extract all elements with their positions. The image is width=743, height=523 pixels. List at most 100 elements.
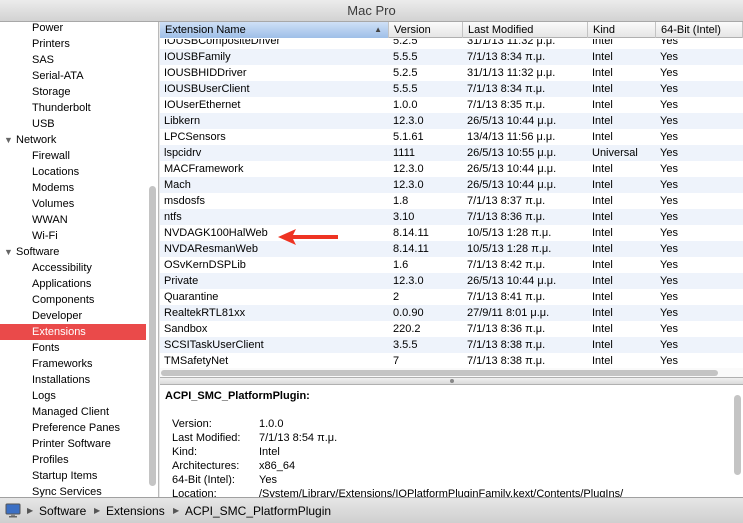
sidebar-item-managed-client[interactable]: Managed Client — [0, 404, 146, 420]
column-header-64-bit-intel-[interactable]: 64-Bit (Intel) — [656, 22, 743, 38]
sidebar-item-printer-software[interactable]: Printer Software — [0, 436, 146, 452]
table-cell: 1.6 — [393, 259, 409, 271]
table-cell: 7 — [393, 355, 400, 367]
sidebar: Power Printers SAS Serial-ATA Storage Thunder… — [0, 22, 159, 497]
table-row[interactable]: IOUSBFamily 5.5.5 7/1/13 8:34 π.μ. Intel Yes — [160, 49, 743, 65]
table-scroll-thumb[interactable] — [161, 370, 718, 376]
sidebar-item-software[interactable]: ▼ Software — [0, 244, 146, 260]
table-cell: msdosfs — [164, 195, 205, 207]
sidebar-item-preference-panes[interactable]: Preference Panes — [0, 420, 146, 436]
table-horizontal-scrollbar[interactable] — [160, 368, 743, 377]
table-cell: 12.3.0 — [393, 275, 424, 287]
sidebar-item-locations[interactable]: Locations — [0, 164, 146, 180]
sidebar-item-wwan[interactable]: WWAN — [0, 212, 146, 228]
table-row[interactable]: msdosfs 1.8 7/1/13 8:37 π.μ. Intel Yes — [160, 193, 743, 209]
sidebar-item-serial-ata[interactable]: Serial-ATA — [0, 68, 146, 84]
sidebar-item-fonts[interactable]: Fonts — [0, 340, 146, 356]
column-header-version[interactable]: Version — [389, 22, 463, 38]
sidebar-scroll-thumb[interactable] — [149, 186, 156, 486]
table-row[interactable]: Sandbox 220.2 7/1/13 8:36 π.μ. Intel Yes — [160, 321, 743, 337]
sidebar-item-thunderbolt[interactable]: Thunderbolt — [0, 100, 146, 116]
column-header-extension-name[interactable]: Extension Name ▲ — [160, 22, 389, 38]
table-row[interactable]: RealtekRTL81xx 0.0.90 27/9/11 8:01 μ.μ. Int… — [160, 305, 743, 321]
table-cell: Intel — [592, 227, 613, 239]
sidebar-item-modems[interactable]: Modems — [0, 180, 146, 196]
table-cell: 27/9/11 8:01 μ.μ. — [467, 307, 550, 319]
sidebar-item-power[interactable]: Power — [0, 22, 146, 36]
table-cell: Intel — [592, 131, 613, 143]
table-row[interactable]: IOUSBCompositeDriver 5.2.5 31/1/13 11:32 μ… — [160, 39, 743, 49]
table-cell: Intel — [592, 195, 613, 207]
sidebar-item-profiles[interactable]: Profiles — [0, 452, 146, 468]
sidebar-item-logs[interactable]: Logs — [0, 388, 146, 404]
sidebar-item-firewall[interactable]: Firewall — [0, 148, 146, 164]
table-row[interactable]: OSvKernDSPLib 1.6 7/1/13 8:42 π.μ. Intel Yes — [160, 257, 743, 273]
table-cell: 10/5/13 1:28 π.μ. — [467, 227, 552, 239]
sidebar-item-startup-items[interactable]: Startup Items — [0, 468, 146, 484]
breadcrumb-item[interactable]: ACPI_SMC_PlatformPlugin — [185, 498, 331, 523]
sidebar-item-sas[interactable]: SAS — [0, 52, 146, 68]
split-divider[interactable] — [160, 377, 743, 385]
sidebar-item-wi-fi[interactable]: Wi-Fi — [0, 228, 146, 244]
table-row[interactable]: ntfs 3.10 7/1/13 8:36 π.μ. Intel Yes — [160, 209, 743, 225]
sidebar-item-extensions[interactable]: Extensions — [0, 324, 146, 340]
sidebar-item-network[interactable]: ▼ Network — [0, 132, 146, 148]
sidebar-item-installations[interactable]: Installations — [0, 372, 146, 388]
sidebar-scrollbar[interactable] — [148, 26, 157, 496]
sidebar-item-volumes[interactable]: Volumes — [0, 196, 146, 212]
table-row[interactable]: IOUserEthernet 1.0.0 7/1/13 8:35 π.μ. Intel… — [160, 97, 743, 113]
detail-field: Architectures: x86_64 — [172, 459, 295, 473]
breadcrumb-item[interactable]: Software — [39, 498, 86, 523]
table-row[interactable]: NVDAResmanWeb 8.14.11 10/5/13 1:28 π.μ. Int… — [160, 241, 743, 257]
table-cell: Yes — [660, 355, 678, 367]
table-row[interactable]: NVDAGK100HalWeb 8.14.11 10/5/13 1:28 π.μ. I… — [160, 225, 743, 241]
sidebar-item-applications[interactable]: Applications — [0, 276, 146, 292]
table-cell: TMSafetyNet — [164, 355, 229, 367]
table-row[interactable]: SCSITaskUserClient 3.5.5 7/1/13 8:38 π.μ. I… — [160, 337, 743, 353]
column-header-last-modified[interactable]: Last Modified — [463, 22, 588, 38]
table-cell: IOUSBFamily — [164, 51, 231, 63]
disclosure-triangle-icon[interactable]: ▼ — [4, 244, 16, 260]
table-cell: Yes — [660, 179, 678, 191]
table-row[interactable]: IOUSBUserClient 5.5.5 7/1/13 8:34 π.μ. Inte… — [160, 81, 743, 97]
sidebar-item-sync-services[interactable]: Sync Services — [0, 484, 146, 497]
table-cell: IOUSBHIDDriver — [164, 67, 247, 79]
table-cell: Yes — [660, 275, 678, 287]
table-cell: 7/1/13 8:37 π.μ. — [467, 195, 546, 207]
sidebar-item-printers[interactable]: Printers — [0, 36, 146, 52]
sidebar-item-label: Volumes — [32, 198, 75, 210]
table-row[interactable]: Quarantine 2 7/1/13 8:41 π.μ. Intel Yes — [160, 289, 743, 305]
detail-scroll-thumb[interactable] — [734, 395, 741, 475]
breadcrumb-separator-icon: ▶ — [173, 506, 180, 515]
sidebar-item-label: Serial-ATA — [32, 70, 84, 82]
breadcrumb-item[interactable]: Extensions — [106, 498, 165, 523]
table-cell: Intel — [592, 51, 613, 63]
table-row[interactable]: Mach 12.3.0 26/5/13 10:44 μ.μ. Intel Yes — [160, 177, 743, 193]
table-row[interactable]: IOUSBHIDDriver 5.2.5 31/1/13 11:32 μ.μ. Int… — [160, 65, 743, 81]
table-row[interactable]: Private 12.3.0 26/5/13 10:44 μ.μ. Intel Yes — [160, 273, 743, 289]
table-row[interactable]: MACFramework 12.3.0 26/5/13 10:44 μ.μ. Inte… — [160, 161, 743, 177]
table-cell: 1.0.0 — [393, 99, 418, 111]
sidebar-item-label: Extensions — [32, 326, 86, 338]
table-cell: LPCSensors — [164, 131, 226, 143]
table-row[interactable]: Libkern 12.3.0 26/5/13 10:44 μ.μ. Intel Yes — [160, 113, 743, 129]
table-row[interactable]: TMSafetyNet 7 7/1/13 8:38 π.μ. Intel Yes — [160, 353, 743, 369]
divider-handle[interactable] — [450, 379, 454, 383]
sidebar-item-accessibility[interactable]: Accessibility — [0, 260, 146, 276]
table-cell: Intel — [592, 355, 613, 367]
table-cell: 8.14.11 — [393, 227, 429, 239]
table-cell: Intel — [592, 163, 613, 175]
sidebar-item-developer[interactable]: Developer — [0, 308, 146, 324]
sidebar-item-storage[interactable]: Storage — [0, 84, 146, 100]
sidebar-item-usb[interactable]: USB — [0, 116, 146, 132]
sidebar-item-components[interactable]: Components — [0, 292, 146, 308]
table-cell: 26/5/13 10:55 μ.μ. — [467, 147, 557, 159]
sidebar-item-frameworks[interactable]: Frameworks — [0, 356, 146, 372]
column-header-kind[interactable]: Kind — [588, 22, 656, 38]
table-row[interactable]: lspcidrv 1111 26/5/13 10:55 μ.μ. Universal Y… — [160, 145, 743, 161]
table-cell: Yes — [660, 259, 678, 271]
disclosure-triangle-icon[interactable]: ▼ — [4, 132, 16, 148]
sidebar-item-label: Accessibility — [32, 262, 92, 274]
table-cell: 5.5.5 — [393, 51, 418, 63]
table-row[interactable]: LPCSensors 5.1.61 13/4/13 11:56 μ.μ. Intel Y… — [160, 129, 743, 145]
